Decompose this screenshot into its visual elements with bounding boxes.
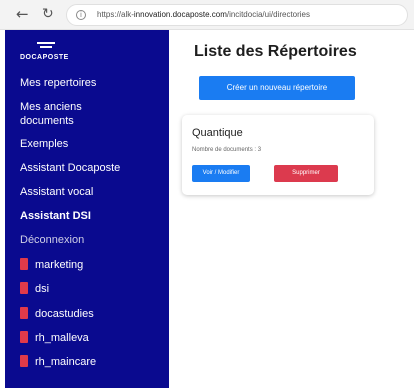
create-directory-button[interactable]: Créer un nouveau répertoire	[199, 76, 355, 100]
directory-document-count: Nombre de documents : 3	[192, 147, 262, 153]
page-title: Liste des Répertoires	[194, 43, 357, 60]
directory-card-title: Quantique	[192, 127, 243, 139]
folder-label: rh_maincare	[35, 356, 97, 368]
folder-label: dsi	[35, 283, 50, 295]
url-prefix: https://alk-	[97, 10, 134, 19]
folder-icon	[20, 282, 28, 294]
logo-mark-icon	[37, 42, 55, 52]
sidebar-item-exemples[interactable]: Exemples	[20, 138, 68, 150]
folder-item-docastudies[interactable]: docastudies	[20, 307, 94, 320]
sidebar-item-mes-anciens-documents-line2[interactable]: documents	[20, 114, 74, 128]
info-icon[interactable]: i	[76, 10, 86, 20]
reload-icon[interactable]: ↻	[42, 6, 54, 22]
back-arrow-icon[interactable]: ←	[16, 6, 29, 22]
sidebar-item-mes-anciens-documents-line1[interactable]: Mes anciens	[20, 100, 82, 114]
folder-icon	[20, 307, 28, 319]
sidebar-item-deconnexion[interactable]: Déconnexion	[20, 234, 84, 246]
logo-text: DOCAPOSTE	[20, 54, 69, 61]
sidebar: DOCAPOSTE Mes repertoires Mes anciens do…	[5, 30, 169, 388]
folder-icon	[20, 331, 28, 343]
url-text[interactable]: https://alk-innovation.docaposte.com/inc…	[97, 10, 310, 19]
address-bar[interactable]: i https://alk-innovation.docaposte.com/i…	[66, 4, 408, 26]
folder-label: docastudies	[35, 308, 94, 320]
folder-item-dsi[interactable]: dsi	[20, 282, 49, 295]
view-edit-button[interactable]: Voir / Modifier	[192, 165, 250, 182]
sidebar-item-mes-repertoires[interactable]: Mes repertoires	[20, 77, 96, 89]
delete-button[interactable]: Supprimer	[274, 165, 338, 182]
folder-item-rh-maincare[interactable]: rh_maincare	[20, 355, 96, 368]
browser-toolbar: ← ↻ i https://alk-innovation.docaposte.c…	[0, 0, 414, 30]
url-host: innovation.docaposte.com	[133, 10, 227, 19]
folder-label: marketing	[35, 259, 84, 271]
folder-icon	[20, 355, 28, 367]
url-path: /incitdocia/ui/directories	[226, 10, 311, 19]
sidebar-item-assistant-docaposte[interactable]: Assistant Docaposte	[20, 162, 120, 174]
folder-item-marketing[interactable]: marketing	[20, 258, 83, 271]
sidebar-item-assistant-vocal[interactable]: Assistant vocal	[20, 186, 93, 198]
folder-item-rh-malleva[interactable]: rh_malleva	[20, 331, 89, 344]
folder-label: rh_malleva	[35, 332, 89, 344]
folder-icon	[20, 258, 28, 270]
directory-card: Quantique Nombre de documents : 3 Voir /…	[182, 115, 374, 195]
sidebar-item-assistant-dsi[interactable]: Assistant DSI	[20, 210, 91, 222]
